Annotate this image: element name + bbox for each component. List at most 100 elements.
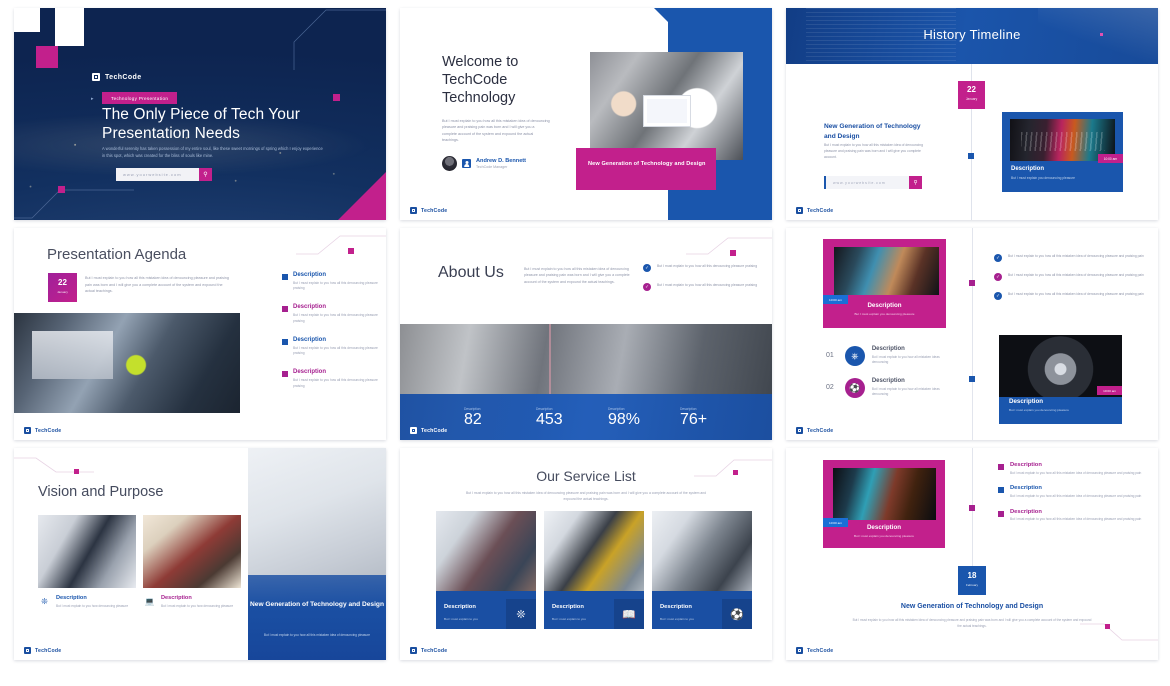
welcome-magenta-card: New Generation of Technology and Design: [576, 148, 716, 190]
decor-dot: [730, 250, 736, 256]
timeline-marker: [968, 153, 974, 159]
author-role: TechCode Manager: [476, 165, 508, 170]
vision-photo-2: [143, 515, 241, 588]
stat-label: Description: [536, 406, 553, 411]
item-text: But I must explain to you how all this d…: [293, 345, 378, 356]
date-month: January: [57, 289, 68, 294]
slide-features-split[interactable]: 10:00 am Description But I must explain …: [786, 228, 1158, 440]
magenta-card[interactable]: 10:00 am Description But I must explain …: [823, 460, 945, 548]
magenta-card[interactable]: 10:00 am Description But I must explain …: [823, 239, 946, 328]
vision-photo-1: [38, 515, 136, 588]
service-card[interactable]: Description But I must explain to you ❊: [436, 511, 536, 629]
item-number: 01: [826, 352, 834, 359]
check-circle-icon: ✓: [994, 273, 1002, 281]
slide-our-service-list[interactable]: Our Service List But I must explain to y…: [400, 448, 772, 660]
list-item[interactable]: Description But I must explain to you ho…: [282, 272, 378, 292]
slide-welcome[interactable]: Welcome to TechCode Technology But I mus…: [400, 8, 772, 220]
search-bar[interactable]: ⚲: [116, 168, 212, 181]
slide-about-us[interactable]: About Us But I must explain to you how a…: [400, 228, 772, 440]
decor-wire-top: [293, 9, 386, 70]
search-input[interactable]: [826, 180, 909, 185]
chip-square-icon: [24, 427, 31, 434]
agenda-title: Presentation Agenda: [47, 246, 187, 263]
blue-card[interactable]: 10:00 am Description But I must explain …: [999, 335, 1122, 424]
list-item[interactable]: 01 ⎈ Description But I must explain to y…: [826, 346, 956, 366]
stat-item: Description 98%: [608, 407, 680, 428]
service-card-text: But I must explain to you: [444, 617, 478, 621]
about-body: But I must explain to you how all this m…: [524, 267, 630, 284]
item-title: Description: [293, 304, 327, 311]
panel-text: But I must explain to you how all this m…: [263, 632, 371, 637]
service-card[interactable]: Description But I must explain to you 📖: [544, 511, 644, 629]
caption-title: Description: [161, 595, 192, 601]
bullet-square-icon: [282, 338, 288, 345]
list-item[interactable]: Description But I must explain to you ho…: [998, 485, 1150, 499]
slide-title[interactable]: TechCode ▸ Technology Presentation The O…: [14, 8, 386, 220]
list-item[interactable]: ✓ But I must explain to you how all this…: [994, 273, 1146, 281]
slide-history-timeline[interactable]: History Timeline 22 January New Generati…: [786, 8, 1158, 220]
list-item[interactable]: ✓ But I must explain to you how all this…: [643, 283, 765, 291]
stat-label: Description: [680, 406, 697, 411]
list-item[interactable]: ✓ But I must explain to you how all this…: [994, 292, 1146, 300]
vision-caption-2[interactable]: 💻 Description But I must explain to you …: [143, 595, 234, 609]
list-item[interactable]: ✓ But I must explain to you how all this…: [643, 264, 765, 272]
list-item[interactable]: Description But I must explain to you ho…: [282, 337, 378, 357]
bullet-text: But I must explain to you how all this m…: [1008, 273, 1144, 277]
bullet-square-icon: [998, 464, 1004, 470]
slide-lead-text: A wonderful serenity has taken possessio…: [102, 146, 323, 158]
stat-value: 76+: [680, 410, 708, 428]
search-icon[interactable]: ⚲: [199, 168, 212, 181]
author-block: Andrew D. Bennett TechCode Manager: [442, 156, 526, 171]
search-bar[interactable]: ⚲: [824, 176, 922, 189]
timeline-card[interactable]: 10:00 am Description But I must explain …: [1002, 112, 1123, 192]
decor-wire: [1080, 623, 1158, 641]
slide-closing-timeline[interactable]: 10:00 am Description But I must explain …: [786, 448, 1158, 660]
search-icon[interactable]: ⚲: [909, 176, 922, 189]
chip-square-icon: [796, 207, 803, 214]
list-item[interactable]: Description But I must explain to you ho…: [282, 304, 378, 324]
blue-card-time: 10:00 am: [1097, 386, 1122, 396]
service-card[interactable]: Description But I must explain to you ⚽: [652, 511, 752, 629]
bullet-square-icon: [998, 487, 1004, 494]
numbered-list: 01 ⎈ Description But I must explain to y…: [826, 346, 956, 410]
decor-magenta-triangle: [338, 172, 386, 220]
panel-title: New Generation of Technology and Design: [250, 601, 384, 609]
brand-name: TechCode: [105, 73, 142, 81]
list-item[interactable]: 02 ⚽ Description But I must explain to y…: [826, 378, 956, 398]
footer-brand-name: TechCode: [807, 207, 834, 214]
magenta-card-sub: But I must explain you denouncing pleasu…: [853, 534, 915, 538]
list-item[interactable]: Description But I must explain to you ho…: [282, 369, 378, 389]
vr-headset-icon: ⎈: [844, 346, 865, 366]
decor-node-left: [58, 186, 65, 193]
bullet-list: ✓ But I must explain to you how all this…: [994, 254, 1146, 311]
slide-vision-and-purpose[interactable]: Vision and Purpose ❊ Description But I m…: [14, 448, 386, 660]
vision-caption-1[interactable]: ❊ Description But I must explain to you …: [38, 595, 128, 609]
chip-square-icon: [796, 647, 803, 654]
decor-white-square-1: [14, 8, 40, 32]
decor-wire: [14, 457, 94, 473]
list-item[interactable]: ✓ But I must explain to you how all this…: [994, 254, 1146, 262]
footer-brand-name: TechCode: [807, 427, 834, 434]
welcome-photo: [590, 52, 743, 160]
date-day: 22: [58, 278, 67, 287]
chip-square-icon: [796, 427, 803, 434]
item-text: But I must explain to you how all this m…: [1010, 493, 1142, 498]
divider-marker-blue: [969, 376, 975, 382]
magenta-card-title: Description: [867, 302, 902, 309]
search-input[interactable]: [116, 172, 199, 177]
item-title: Description: [871, 378, 905, 384]
avatar: [442, 156, 457, 171]
decor-magenta-square: [36, 46, 58, 68]
footer-brand-name: TechCode: [35, 427, 62, 434]
list-item[interactable]: Description But I must explain to you ho…: [998, 509, 1150, 523]
network-nodes-icon: ❊: [41, 597, 48, 606]
date-day: 22: [967, 85, 976, 94]
footer-logo: TechCode: [24, 647, 61, 654]
date-month: January: [965, 96, 978, 101]
service-card-text: But I must explain to you: [660, 617, 694, 621]
list-item[interactable]: Description But I must explain to you ho…: [998, 462, 1150, 476]
slide-presentation-agenda[interactable]: Presentation Agenda 22 January But I mus…: [14, 228, 386, 440]
footer-logo: TechCode: [410, 647, 447, 654]
bullet-list: Description But I must explain to you ho…: [998, 462, 1150, 532]
decor-white-square-2: [55, 8, 84, 46]
